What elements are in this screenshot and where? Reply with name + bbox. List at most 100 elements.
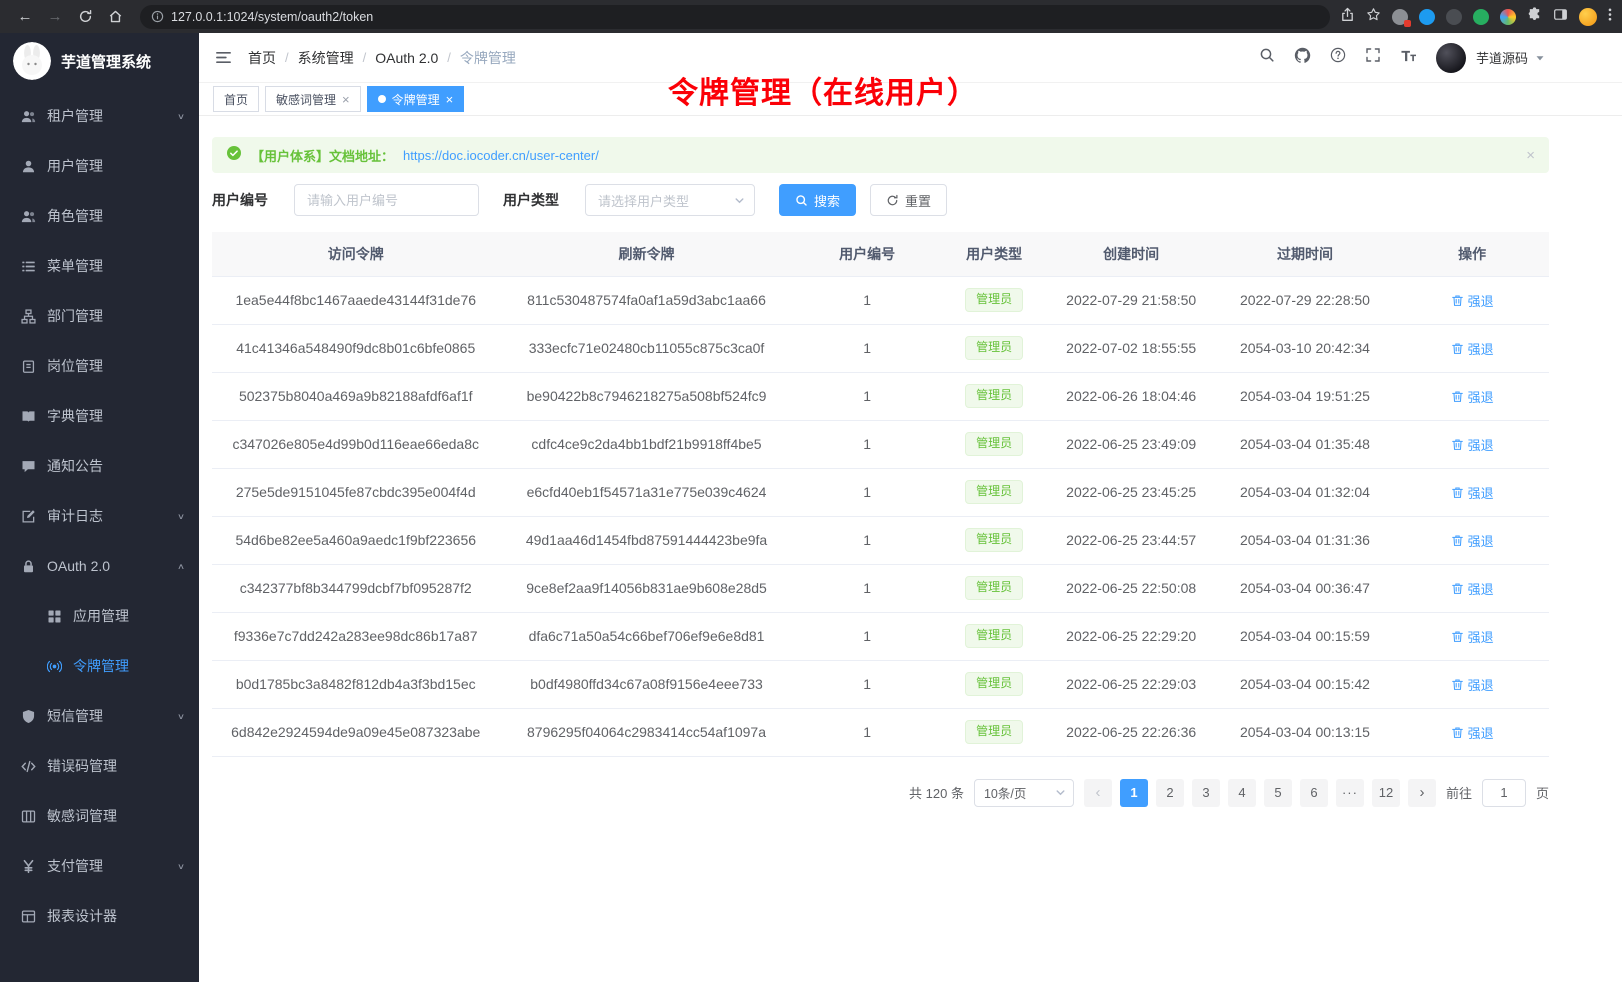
tab-0[interactable]: 首页 [213,86,259,112]
page-button-12[interactable]: 12 [1372,779,1400,807]
browser-profile-avatar[interactable] [1579,8,1597,26]
browser-menu-icon[interactable] [1608,7,1612,27]
breadcrumb-item[interactable]: OAuth 2.0 [375,50,438,66]
force-logout-button[interactable]: 强退 [1451,291,1494,310]
side-panel-icon[interactable] [1553,7,1568,27]
columns-icon [20,809,36,824]
extension-icon[interactable] [1500,9,1516,25]
column-header: 操作 [1395,232,1549,276]
help-icon[interactable] [1330,47,1346,68]
sidebar-item[interactable]: 菜单管理 [0,241,199,291]
list-icon [20,259,36,274]
share-icon[interactable] [1340,7,1355,27]
fullscreen-icon[interactable] [1365,47,1381,68]
browser-refresh-icon[interactable] [73,5,97,29]
reset-button[interactable]: 重置 [870,184,947,216]
browser-forward-icon[interactable]: → [43,5,67,29]
force-logout-button[interactable]: 强退 [1451,627,1494,646]
sidebar-item[interactable]: 租户管理∨ [0,91,199,141]
sidebar-item[interactable]: 错误码管理 [0,741,199,791]
sidebar-item[interactable]: 通知公告 [0,441,199,491]
search-icon [795,194,808,207]
chevron-down-icon [1055,787,1066,798]
page-button-4[interactable]: 4 [1228,779,1256,807]
column-header: 用户编号 [794,232,941,276]
force-logout-button[interactable]: 强退 [1451,531,1494,550]
sidebar-item[interactable]: 审计日志∨ [0,491,199,541]
force-logout-button[interactable]: 强退 [1451,579,1494,598]
force-logout-button[interactable]: 强退 [1451,435,1494,454]
page-button-1[interactable]: 1 [1120,779,1148,807]
page-button-2[interactable]: 2 [1156,779,1184,807]
trash-icon [1451,486,1464,499]
people-icon [20,109,36,124]
table-row: f9336e7c7dd242a283ee98dc86b17a87dfa6c71a… [212,612,1549,660]
page-button-6[interactable]: 6 [1300,779,1328,807]
page-button-3[interactable]: 3 [1192,779,1220,807]
sidebar-item[interactable]: OAuth 2.0∧ [0,541,199,591]
prev-page-button[interactable]: ‹ [1084,779,1112,807]
search-button[interactable]: 搜索 [779,184,856,216]
chevron-down-icon[interactable] [1535,53,1545,63]
access-token-cell: 41c41346a548490f9dc8b01c6bfe0865 [212,324,499,372]
extension-icon[interactable] [1473,9,1489,25]
force-logout-button[interactable]: 强退 [1451,339,1494,358]
force-logout-button[interactable]: 强退 [1451,483,1494,502]
browser-home-icon[interactable] [103,5,127,29]
tab-close-icon[interactable]: × [342,93,350,106]
create-time-cell: 2022-07-29 21:58:50 [1048,276,1215,324]
doc-link[interactable]: https://doc.iocoder.cn/user-center/ [403,148,599,163]
sidebar-item[interactable]: 报表设计器 [0,891,199,941]
sidebar-item[interactable]: 用户管理 [0,141,199,191]
alert-close-icon[interactable]: × [1526,148,1535,163]
sidebar-item[interactable]: 敏感词管理 [0,791,199,841]
breadcrumb-item[interactable]: 系统管理 [298,48,354,68]
sidebar-item[interactable]: 角色管理 [0,191,199,241]
force-logout-button[interactable]: 强退 [1451,675,1494,694]
username[interactable]: 芋道源码 [1476,48,1528,67]
next-page-button[interactable]: › [1408,779,1436,807]
site-info-icon[interactable] [151,10,164,23]
tab-close-icon[interactable]: × [446,93,454,106]
extension-icon[interactable] [1392,9,1408,25]
browser-back-icon[interactable]: ← [13,5,37,29]
chevron-down-icon: ∨ [177,711,185,720]
token-table: 访问令牌刷新令牌用户编号用户类型创建时间过期时间操作 1ea5e44f8bc14… [212,232,1549,757]
collapse-menu-icon[interactable] [215,49,232,66]
refresh-token-cell: 333ecfc71e02480cb11055c875c3ca0f [499,324,793,372]
expire-time-cell: 2054-03-04 01:35:48 [1215,420,1395,468]
user-id-cell: 1 [794,324,941,372]
user-type-select[interactable]: 请选择用户类型 [585,184,755,216]
column-header: 用户类型 [941,232,1048,276]
search-icon[interactable] [1259,47,1275,68]
sidebar-subitem[interactable]: 令牌管理 [0,641,199,691]
sidebar-item[interactable]: 短信管理∨ [0,691,199,741]
chevron-down-icon: ∨ [177,111,185,120]
browser-address-bar[interactable]: 127.0.0.1:1024/system/oauth2/token [140,5,1330,29]
expire-time-cell: 2054-03-04 00:15:59 [1215,612,1395,660]
sidebar-subitem[interactable]: 应用管理 [0,591,199,641]
goto-page-input[interactable] [1482,779,1526,807]
page-buttons: ‹123456···12› [1084,779,1436,807]
page-button-5[interactable]: 5 [1264,779,1292,807]
force-logout-button[interactable]: 强退 [1451,387,1494,406]
page-size-select[interactable]: 10条/页 [974,779,1074,807]
force-logout-button[interactable]: 强退 [1451,723,1494,742]
sidebar-item[interactable]: 支付管理∨ [0,841,199,891]
font-size-icon[interactable] [1400,48,1417,68]
user-id-label: 用户编号 [212,190,268,210]
github-icon[interactable] [1294,47,1311,69]
extensions-puzzle-icon[interactable] [1527,7,1542,27]
tab-2[interactable]: 令牌管理× [367,86,465,112]
bookmark-star-icon[interactable] [1366,7,1381,27]
more-pages-button[interactable]: ··· [1336,779,1364,807]
sidebar-item[interactable]: 岗位管理 [0,341,199,391]
tab-1[interactable]: 敏感词管理× [265,86,361,112]
sidebar-item[interactable]: 字典管理 [0,391,199,441]
sidebar-item[interactable]: 部门管理 [0,291,199,341]
extension-icon[interactable] [1446,9,1462,25]
extension-icon[interactable] [1419,9,1435,25]
user-avatar[interactable] [1436,43,1466,73]
user-id-input[interactable] [294,184,479,216]
breadcrumb-item[interactable]: 首页 [248,48,276,68]
